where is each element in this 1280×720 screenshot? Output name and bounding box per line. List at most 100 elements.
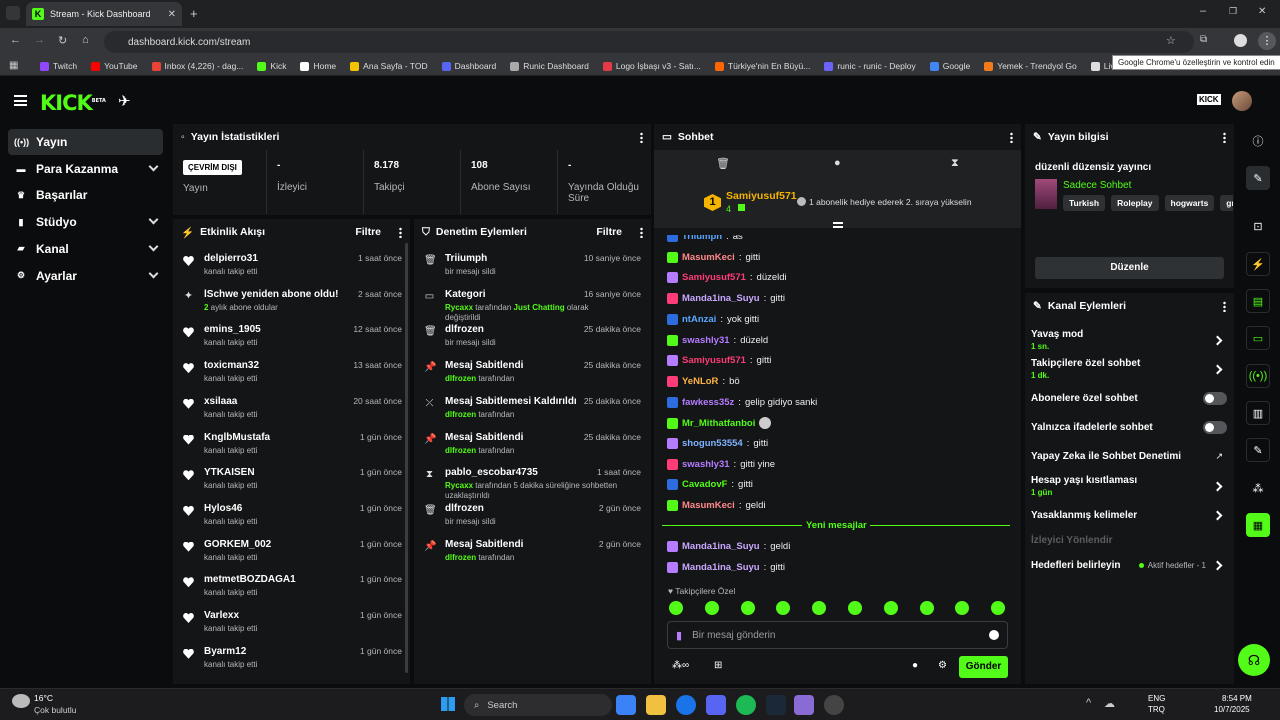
pinned-username[interactable]: Samiyusuf571 — [726, 190, 797, 202]
emote-icon[interactable] — [704, 601, 719, 615]
start-icon[interactable] — [441, 697, 455, 711]
moderator-name[interactable]: dlfrozen — [445, 446, 476, 455]
toggle-switch[interactable] — [1203, 421, 1227, 434]
tab-search-icon[interactable] — [6, 6, 20, 20]
hourglass-icon[interactable]: ⧗ — [951, 157, 959, 170]
chat-username[interactable]: Samiyusuf571 — [682, 272, 746, 283]
moderator-name[interactable]: Rycaxx — [445, 303, 473, 312]
copilot-icon[interactable] — [616, 695, 636, 715]
channel-action-row[interactable]: Yalnızca ifadelerle sohbet — [1031, 421, 1227, 434]
emoji-picker-icon[interactable] — [989, 630, 999, 640]
activity-username[interactable]: toxicman32 — [204, 360, 259, 371]
sidebar-item-para-kazanma[interactable]: ▬ Para Kazanma — [8, 156, 163, 182]
activity-username[interactable]: KnglbMustafa — [204, 432, 270, 443]
home-icon[interactable]: ⌂ — [82, 34, 89, 46]
channel-action-row[interactable]: Yavaş mod 1 sn. — [1031, 329, 1227, 351]
bookmark-item[interactable]: Twitch — [40, 61, 77, 71]
new-tab-icon[interactable]: + — [190, 6, 198, 21]
screenshot-icon[interactable]: ⊡ — [1246, 214, 1270, 238]
activity-username[interactable]: delpierro31 — [204, 253, 258, 264]
bookmark-star-icon[interactable]: ☆ — [1166, 34, 1176, 47]
activity-username[interactable]: GORKEM_002 — [204, 539, 271, 550]
sidebar-item-ayarlar[interactable]: ⚙ Ayarlar — [8, 263, 163, 289]
activity-scrollbar[interactable] — [405, 243, 408, 673]
chat-settings-icon[interactable]: ⚙ — [938, 660, 947, 671]
edit-icon[interactable]: ✎ — [1246, 166, 1270, 190]
lang-code[interactable]: ENG — [1148, 694, 1165, 703]
chat-more-icon[interactable] — [1010, 131, 1013, 143]
steam-icon[interactable] — [766, 695, 786, 715]
chat-username[interactable]: swashly31 — [682, 335, 730, 346]
emote-icon[interactable] — [883, 601, 898, 615]
clipboard-icon[interactable]: ▤ — [1246, 289, 1270, 313]
weather-icon[interactable] — [12, 694, 30, 708]
chevron-right-icon[interactable] — [1212, 510, 1223, 521]
activity-username[interactable]: YTKAISEN — [204, 467, 257, 478]
channel-action-row[interactable]: Abonelere özel sohbet — [1031, 392, 1227, 405]
moderation-title-text[interactable]: Mesaj Sabitlendi — [445, 539, 523, 550]
game-icon[interactable] — [794, 695, 814, 715]
moderator-name[interactable]: dlfrozen — [445, 374, 476, 383]
lightning-icon[interactable]: ⚡ — [1246, 252, 1270, 276]
hamburger-menu-icon[interactable] — [14, 95, 27, 106]
taskbar-search[interactable]: ⌕ Search — [464, 694, 612, 716]
chat-username[interactable]: fawkess35z — [682, 397, 734, 408]
sidebar-item-stüdyo[interactable]: ▮ Stüdyo — [8, 209, 163, 235]
activity-filter-button[interactable]: Filtre — [355, 226, 381, 238]
chat-username[interactable]: Samiyusuf571 — [682, 355, 746, 366]
external-link-icon[interactable]: ↗ — [1215, 451, 1223, 462]
expand-pinned-icon[interactable] — [833, 222, 843, 228]
emote-icon[interactable] — [740, 601, 755, 615]
gift-sub-icon[interactable]: ⊞ — [714, 660, 722, 671]
reload-icon[interactable]: ↻ — [58, 34, 67, 47]
moderation-more-icon[interactable] — [640, 226, 643, 238]
chat-username[interactable]: CavadovF — [682, 479, 727, 490]
tag-chip[interactable]: Turkish — [1063, 195, 1106, 211]
chat-username[interactable]: YeNLoR — [682, 376, 718, 387]
activity-username[interactable]: lSchwe yeniden abone oldu! — [204, 289, 338, 300]
moderation-title-text[interactable]: Mesaj Sabitlemesi Kaldırıldı — [445, 396, 577, 407]
chat-icon[interactable]: ▭ — [1246, 326, 1270, 350]
channel-action-row[interactable]: Yapay Zeka ile Sohbet Denetimi ↗ — [1031, 451, 1227, 462]
bookmark-item[interactable]: YouTube — [91, 61, 138, 71]
back-icon[interactable]: ← — [10, 34, 21, 46]
chat-username[interactable]: swashly31 — [682, 459, 730, 470]
moderator-name[interactable]: dlfrozen — [445, 553, 476, 562]
info-more-icon[interactable] — [1223, 131, 1226, 143]
chat-username[interactable]: Manda1ina_Suyu — [682, 293, 760, 304]
clock-date[interactable]: 10/7/2025 — [1214, 705, 1250, 714]
chat-username[interactable]: ntAnzai — [682, 314, 716, 325]
bookmark-item[interactable]: Ana Sayfa - TOD — [350, 61, 428, 71]
chat-username[interactable]: MasumKeci — [682, 500, 735, 511]
points-icon[interactable]: ⁂ — [1246, 476, 1270, 500]
keyboard-layout[interactable]: TRQ — [1148, 705, 1165, 714]
browser-tab[interactable]: K Stream - Kick Dashboard ✕ — [26, 2, 182, 26]
bookmark-item[interactable]: runic - runic - Deploy — [824, 61, 916, 71]
extensions-icon[interactable]: ⧉ — [1200, 34, 1207, 45]
add-widget-icon[interactable]: ▦ — [1246, 513, 1270, 537]
moderator-name[interactable]: dlfrozen — [445, 410, 476, 419]
bookmark-item[interactable]: Inbox (4,226) - dag... — [151, 61, 243, 71]
chat-username[interactable]: MasumKeci — [682, 252, 735, 263]
bookmark-item[interactable]: Türkiye'nin En Büyü... — [714, 61, 810, 71]
channel-points-icon[interactable]: ⁂∞ — [672, 660, 689, 671]
storage-icon[interactable]: ▥ — [1246, 401, 1270, 425]
activity-username[interactable]: metmetBOZDAGA1 — [204, 574, 296, 585]
tray-chevron-icon[interactable]: ^ — [1086, 697, 1091, 709]
channel-actions-more-icon[interactable] — [1223, 300, 1226, 312]
moderation-filter-button[interactable]: Filtre — [596, 226, 622, 238]
edit-info-button[interactable]: Düzenle — [1035, 257, 1224, 279]
emote-icon[interactable] — [919, 601, 934, 615]
broadcast-icon[interactable]: ((•)) — [1246, 364, 1270, 388]
activity-username[interactable]: Varlexx — [204, 610, 257, 621]
chevron-down-icon[interactable] — [148, 241, 159, 252]
forward-icon[interactable]: → — [34, 34, 45, 46]
chevron-right-icon[interactable] — [1212, 481, 1223, 491]
bookmark-item[interactable]: Yemek - Trendyol Go — [984, 61, 1077, 71]
bookmark-item[interactable]: Dashboard — [441, 61, 496, 71]
channel-action-row[interactable]: Yasaklanmış kelimeler — [1031, 510, 1227, 521]
cloud-icon[interactable]: ☁ — [1104, 697, 1115, 710]
moderation-title-text[interactable]: dlfrozen — [445, 503, 496, 514]
moderator-name[interactable]: Rycaxx — [445, 481, 473, 490]
clock-time[interactable]: 8:54 PM — [1222, 694, 1252, 703]
